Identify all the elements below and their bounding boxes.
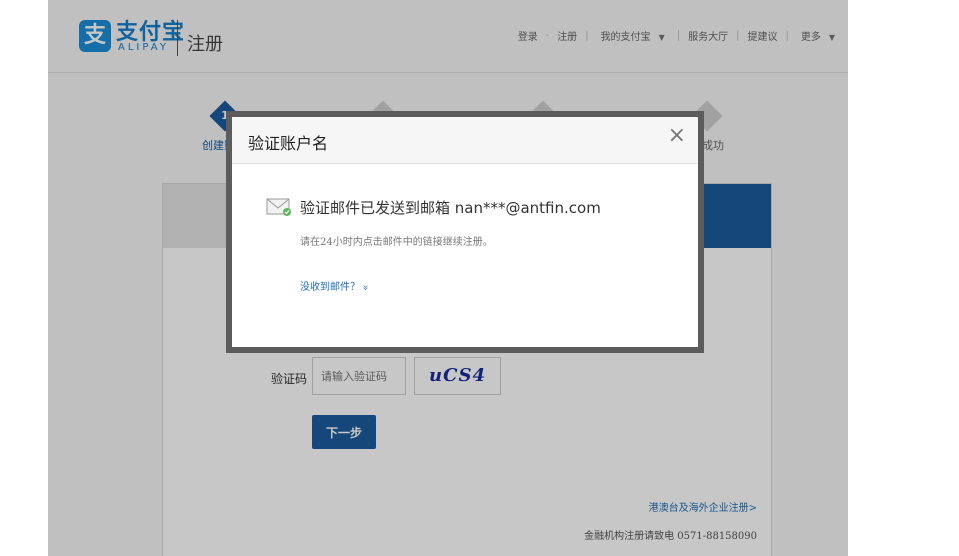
- no-email-label: 没收到邮件？: [300, 282, 360, 293]
- verify-account-modal: 验证账户名 × 验证邮件已发送到邮箱 nan***@antfin.com 请在2…: [226, 111, 704, 353]
- double-chevron-down-icon: »: [359, 284, 371, 291]
- close-icon[interactable]: ×: [668, 123, 686, 148]
- envelope-icon: [266, 198, 291, 216]
- email-sent-hint: 请在24小时内点击邮件中的链接继续注册。: [300, 237, 493, 248]
- email-sent-message: 验证邮件已发送到邮箱 nan***@antfin.com: [300, 199, 601, 217]
- modal-body: 验证账户名 × 验证邮件已发送到邮箱 nan***@antfin.com 请在2…: [232, 117, 698, 347]
- modal-header: 验证账户名 ×: [232, 117, 698, 164]
- no-email-link[interactable]: 没收到邮件？»: [300, 278, 371, 293]
- modal-title: 验证账户名: [248, 134, 329, 153]
